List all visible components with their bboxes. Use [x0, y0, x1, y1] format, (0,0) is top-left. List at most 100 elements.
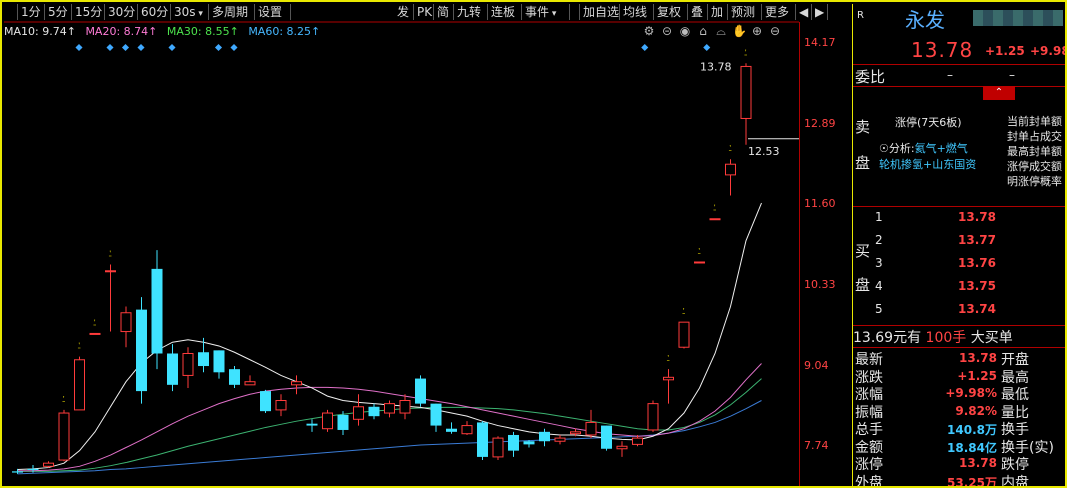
lock-icon[interactable]: ⊝ [660, 24, 674, 39]
candle-body-up [694, 261, 705, 264]
candle-body-up [74, 359, 85, 411]
draw-icon[interactable]: ⌓ [714, 24, 728, 39]
price-tick: 9.04 [804, 359, 829, 372]
candle-body-up [105, 270, 116, 273]
analysis-line-2[interactable]: 轮机掺氢+山东国资 [879, 156, 976, 172]
candle-body-up [275, 400, 287, 411]
candle-body-up [709, 218, 721, 221]
change-pct: +9.98 [1030, 44, 1067, 58]
stat-row: 总手 140.8万 换手 [855, 419, 1065, 438]
price-tick: 7.74 [804, 439, 829, 452]
last-price-label: 12.53 [748, 145, 780, 158]
stat-value: 13.78 [959, 456, 997, 470]
limit-up-marker: ⍘ [61, 395, 66, 405]
big-order-line: 13.69元有 100手 大买单 [853, 327, 1013, 347]
level-price: 13.75 [958, 279, 996, 293]
limit-up-marker: ⍘ [743, 48, 748, 58]
period-button[interactable]: 60分 [138, 4, 171, 20]
candle-body-up [570, 431, 581, 435]
candle-body-up [461, 425, 473, 435]
tool-button[interactable]: 均线 [620, 4, 654, 20]
candle-body-down [446, 428, 457, 432]
tool-button[interactable]: 连板 [488, 4, 522, 20]
buy-level-row[interactable]: 1 13.78 [875, 210, 1065, 233]
period-button[interactable]: 设置 [255, 4, 291, 20]
candle-body-down [213, 350, 225, 373]
stat-value: 18.84亿 [947, 440, 997, 455]
buy-level-row[interactable]: 3 13.76 [875, 256, 1065, 279]
stat-value: 140.8万 [947, 423, 997, 437]
candle-body-up [632, 437, 643, 445]
candle-body-down [415, 378, 426, 404]
limit-up-marker: ⍘ [728, 144, 733, 154]
period-button[interactable] [4, 4, 18, 20]
stat-row: 振幅 9.82% 量比 [855, 402, 1065, 421]
level-price: 13.77 [958, 233, 996, 247]
tool-button[interactable]: 九转 [454, 4, 488, 20]
settings-icon[interactable]: ⚙ [642, 24, 656, 39]
period-button[interactable]: 1分 [18, 4, 45, 20]
candle-body-down [539, 431, 550, 442]
tool-button[interactable]: 叠 [688, 4, 708, 20]
price-tick: 12.89 [804, 117, 836, 130]
candle-body-up [585, 421, 597, 436]
tool-button[interactable]: 简 [434, 4, 454, 20]
level-num: 2 [875, 233, 883, 247]
candle-body-up [647, 403, 659, 431]
period-button[interactable]: 30分 [105, 4, 138, 20]
level-price: 13.78 [958, 210, 996, 224]
period-button[interactable]: 5分 [45, 4, 72, 20]
tool-button[interactable]: ▶ [812, 4, 828, 20]
r-badge: R [857, 10, 864, 21]
tool-button[interactable]: 加 [708, 4, 728, 20]
zoom-out-icon[interactable]: ⊖ [768, 24, 782, 39]
stat-row: 涨停 13.78 跌停 [855, 454, 1065, 473]
stat-row: 涨幅 +9.98% 最低 [855, 384, 1065, 403]
stat-row: 外盘 53.25万 内盘 [855, 472, 1065, 487]
tool-button[interactable]: 复权 [654, 4, 688, 20]
tool-button[interactable]: 发 [394, 4, 414, 20]
tool-button[interactable]: 加自选 [580, 4, 620, 20]
event-markers-row [75, 43, 711, 52]
weibi-label: 委比 [855, 68, 886, 86]
analysis-tags[interactable]: 氦气+燃气 [915, 142, 968, 155]
tool-button[interactable]: 事件 [522, 4, 570, 20]
limit-up-marker: ⍘ [92, 318, 97, 328]
candle-body-down [306, 423, 318, 426]
stat-value: 9.82% [955, 403, 997, 418]
app-frame: ⍘ ⍘ ⍘ ⍘ ⍘ ⍘ ⍘ ⍘ ⍘ ⍘ 13.78 12.53 1分5分15分30分60分30s多周… [0, 0, 1067, 488]
buy-level-row[interactable]: 5 13.74 [875, 302, 1065, 325]
blurred-code [973, 10, 1063, 26]
tool-button[interactable]: PK [414, 4, 434, 20]
zoom-in-icon[interactable]: ⊕ [750, 24, 764, 39]
collapse-button[interactable]: ⌃ [983, 86, 1015, 100]
period-button[interactable]: 30s [171, 4, 209, 20]
candle-body-down [508, 434, 519, 451]
tool-button[interactable]: ◀ [796, 4, 812, 20]
stat-row: 最新 13.78 开盘 [855, 349, 1065, 368]
buy-level-row[interactable]: 2 13.77 [875, 233, 1065, 256]
candle-body-up [244, 381, 256, 386]
candle-body-up [89, 332, 101, 335]
ma-lines [17, 202, 762, 475]
buy-level-row[interactable]: 4 13.75 [875, 279, 1065, 302]
tools-toolbar: 发PK简九转连板事件加自选均线复权叠加预测更多◀▶ [394, 4, 828, 22]
ma60-label: MA60: 8.25↑ [248, 25, 321, 38]
eye-icon[interactable]: ◉ [678, 24, 692, 39]
weibi-value: – [947, 68, 953, 82]
tool-button[interactable] [570, 4, 580, 20]
candle-body-down [27, 468, 39, 471]
hand-icon[interactable]: ✋ [732, 24, 747, 39]
tool-button[interactable]: 预测 [728, 4, 762, 20]
buy-label-1: 买 [855, 242, 871, 260]
sell-label-2: 盘 [855, 154, 871, 172]
period-button[interactable]: 多周期 [209, 4, 255, 20]
buy-label-2: 盘 [855, 276, 871, 294]
high-price-label: 13.78 [700, 60, 732, 73]
candle-body-up [616, 445, 628, 450]
basket-icon[interactable]: ⌂ [696, 24, 710, 39]
limit-up-marker: ⍘ [77, 342, 82, 352]
tool-button[interactable]: 更多 [762, 4, 796, 20]
period-button[interactable]: 15分 [72, 4, 105, 20]
event-diamond [214, 43, 223, 52]
